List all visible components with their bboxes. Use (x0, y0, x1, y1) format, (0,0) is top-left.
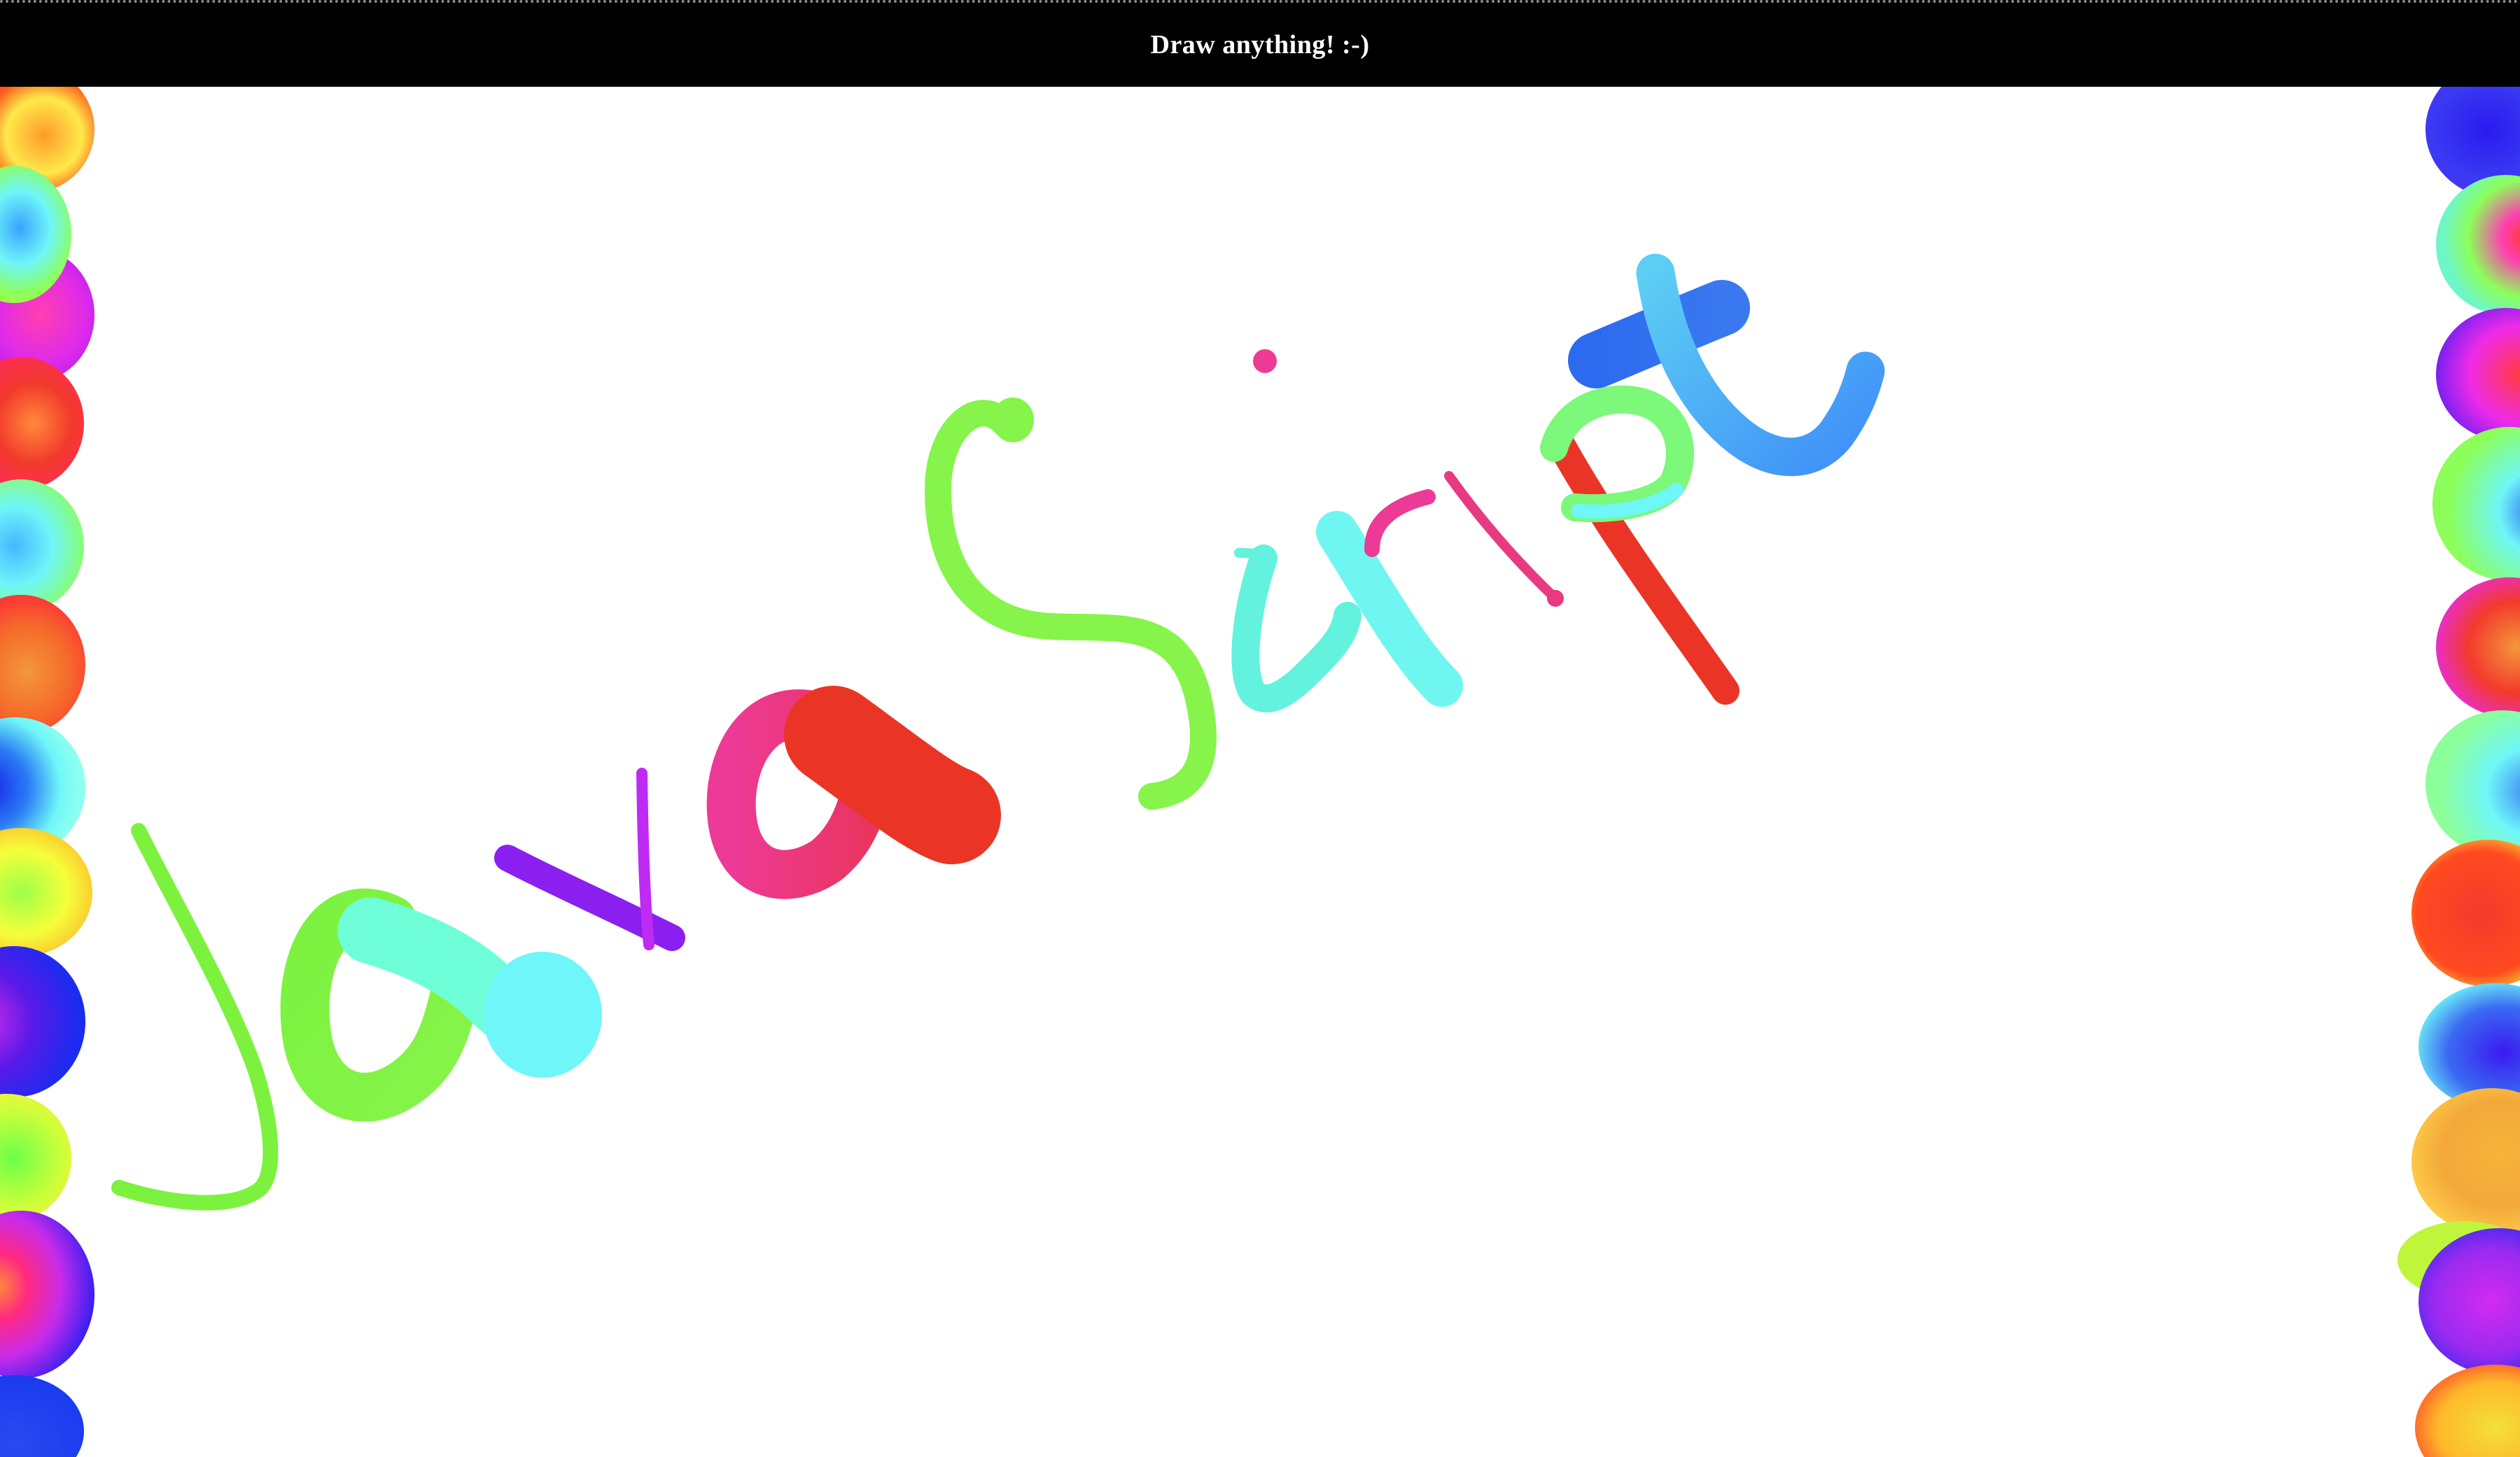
stroke-c (1231, 544, 1362, 712)
blob (2426, 710, 2520, 857)
stroke-v-line (636, 768, 654, 950)
blob (0, 1375, 84, 1457)
blob (2412, 1088, 2520, 1235)
stroke-a2-red (784, 686, 1001, 864)
app-page: Draw anything! :-) (0, 0, 2520, 1457)
blob (0, 946, 85, 1097)
blob (2436, 175, 2520, 315)
blob (0, 357, 84, 490)
blob (2432, 427, 2520, 581)
blob (0, 1211, 94, 1379)
stroke-i-dot (1253, 349, 1277, 373)
stroke-i-end (1547, 590, 1564, 607)
blob (0, 828, 92, 957)
drawing-strokes (111, 253, 1885, 1211)
page-title: Draw anything! :-) (1150, 30, 1370, 59)
stroke-a1-blob (483, 952, 602, 1078)
stroke-s-end (992, 397, 1034, 442)
blob (2436, 577, 2520, 717)
blob (0, 595, 85, 735)
blob (2415, 1365, 2520, 1457)
stroke-i (1444, 471, 1560, 603)
stroke-r-pink (1364, 489, 1436, 557)
right-blob-column (2398, 87, 2520, 1457)
blob (0, 479, 84, 612)
header-bar: Draw anything! :-) (0, 0, 2520, 87)
blob (0, 1094, 71, 1223)
blob (2412, 840, 2520, 987)
stroke-p-stem (1547, 430, 1740, 705)
stroke-j (111, 823, 279, 1211)
stroke-s (925, 400, 1217, 810)
drawing-canvas[interactable] (0, 87, 2520, 1457)
left-blob-column (0, 87, 94, 1457)
blob (2436, 308, 2520, 441)
